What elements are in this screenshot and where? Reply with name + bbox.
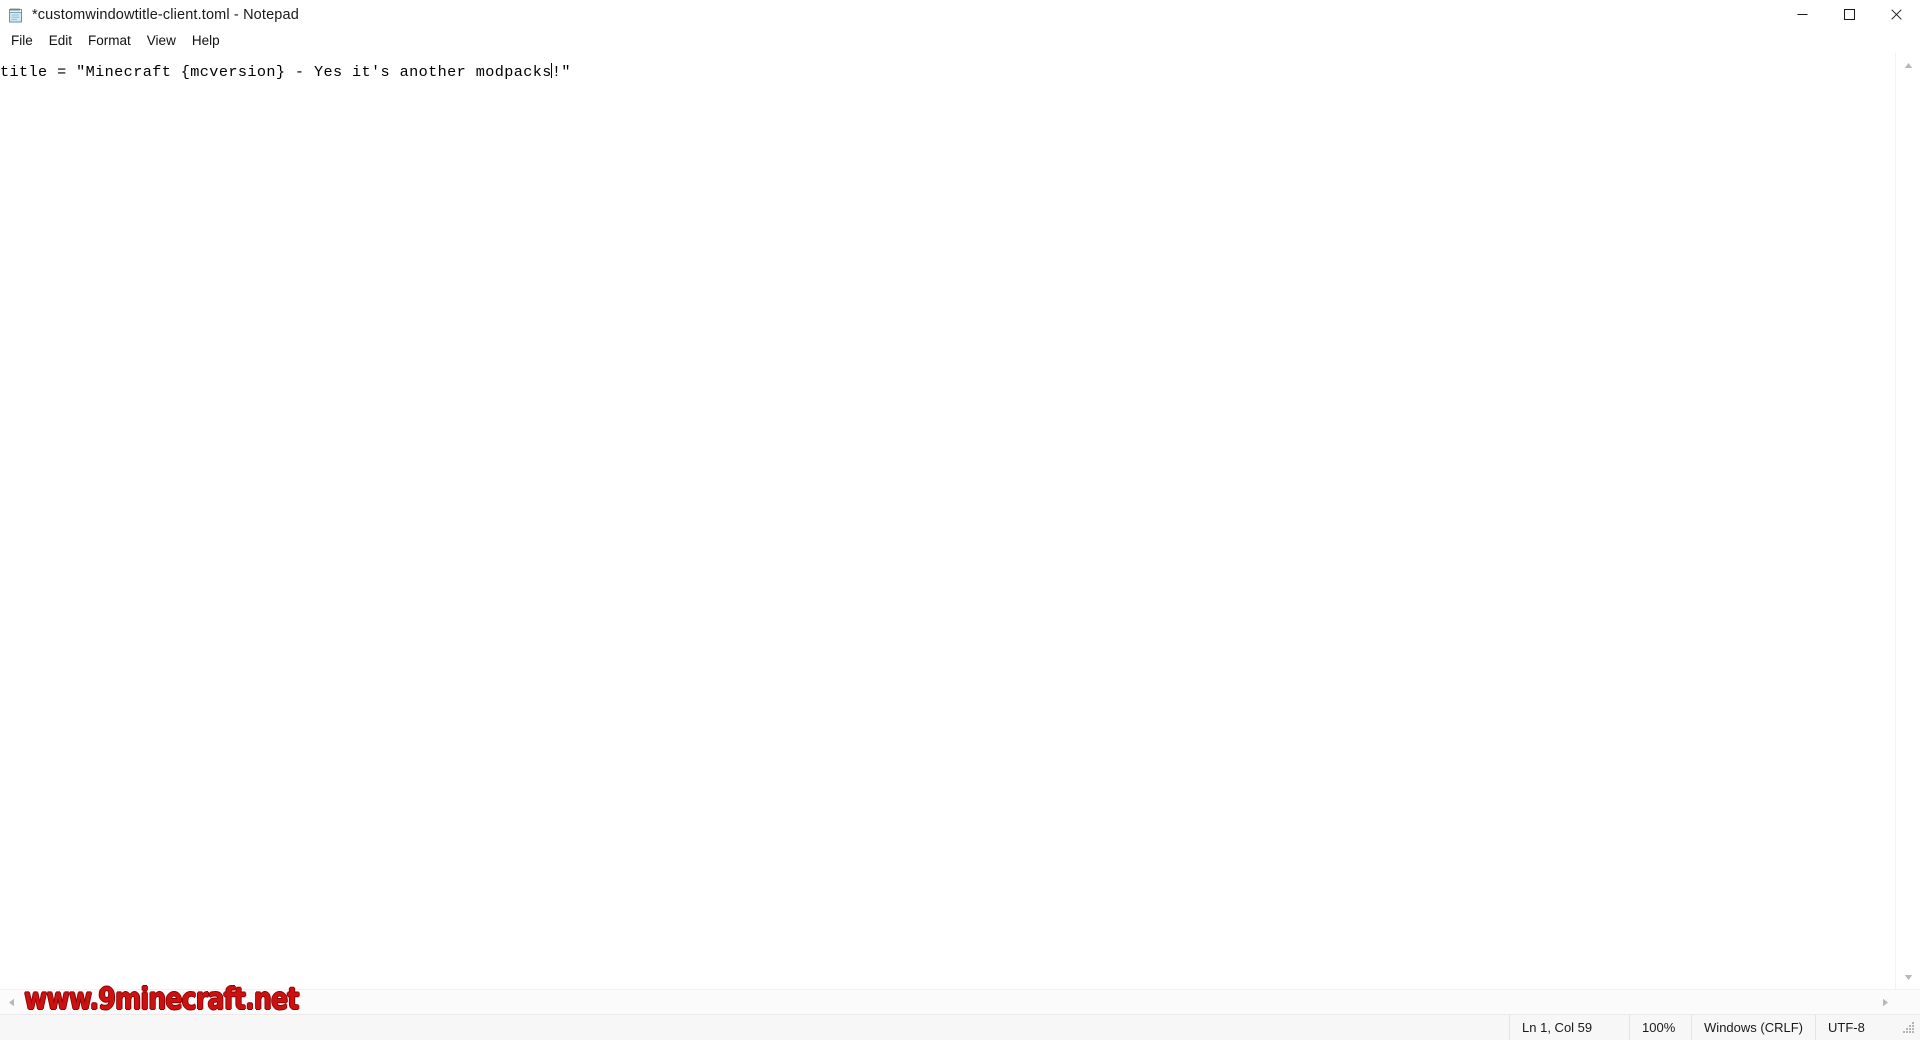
title-bar[interactable]: *customwindowtitle-client.toml - Notepad bbox=[0, 0, 1920, 31]
title-bar-left: *customwindowtitle-client.toml - Notepad bbox=[0, 7, 299, 24]
scroll-left-arrow-icon[interactable] bbox=[0, 990, 22, 1014]
window-title: *customwindowtitle-client.toml - Notepad bbox=[32, 7, 299, 24]
close-icon bbox=[1891, 8, 1902, 23]
notepad-window: *customwindowtitle-client.toml - Notepad bbox=[0, 0, 1920, 1040]
horizontal-scroll-track[interactable] bbox=[22, 990, 1874, 1014]
scroll-up-arrow-icon[interactable] bbox=[1896, 53, 1920, 77]
text-after-caret: !" bbox=[551, 63, 571, 81]
editor-region: title = "Minecraft {mcversion} - Yes it'… bbox=[0, 52, 1920, 989]
scroll-down-arrow-icon[interactable] bbox=[1896, 965, 1920, 989]
menu-item-format[interactable]: Format bbox=[80, 32, 139, 51]
status-zoom-level[interactable]: 100% bbox=[1629, 1015, 1691, 1040]
notepad-icon bbox=[7, 7, 24, 24]
status-line-ending[interactable]: Windows (CRLF) bbox=[1691, 1015, 1815, 1040]
vertical-scroll-track[interactable] bbox=[1896, 77, 1920, 965]
scroll-right-arrow-icon[interactable] bbox=[1874, 990, 1896, 1014]
text-editor-area[interactable]: title = "Minecraft {mcversion} - Yes it'… bbox=[0, 53, 1895, 989]
status-cursor-position[interactable]: Ln 1, Col 59 bbox=[1509, 1015, 1629, 1040]
vertical-scrollbar[interactable] bbox=[1895, 53, 1920, 989]
text-line-1: title = "Minecraft {mcversion} - Yes it'… bbox=[0, 62, 571, 82]
menu-item-edit[interactable]: Edit bbox=[41, 32, 80, 51]
horizontal-scrollbar[interactable] bbox=[0, 989, 1920, 1014]
status-bar: Ln 1, Col 59 100% Windows (CRLF) UTF-8 bbox=[0, 1014, 1920, 1040]
scrollbar-corner bbox=[1896, 990, 1920, 1014]
text-before-caret: title = "Minecraft {mcversion} - Yes it'… bbox=[0, 63, 552, 81]
close-button[interactable] bbox=[1873, 0, 1920, 31]
menu-bar: File Edit Format View Help bbox=[0, 31, 1920, 52]
menu-item-file[interactable]: File bbox=[3, 32, 41, 51]
window-controls bbox=[1779, 0, 1920, 31]
status-encoding[interactable]: UTF-8 bbox=[1815, 1015, 1895, 1040]
minimize-button[interactable] bbox=[1779, 0, 1826, 31]
resize-grip-icon[interactable] bbox=[1901, 1020, 1917, 1036]
maximize-icon bbox=[1844, 8, 1855, 23]
minimize-icon bbox=[1797, 8, 1808, 23]
menu-item-view[interactable]: View bbox=[139, 32, 184, 51]
maximize-button[interactable] bbox=[1826, 0, 1873, 31]
menu-item-help[interactable]: Help bbox=[184, 32, 228, 51]
